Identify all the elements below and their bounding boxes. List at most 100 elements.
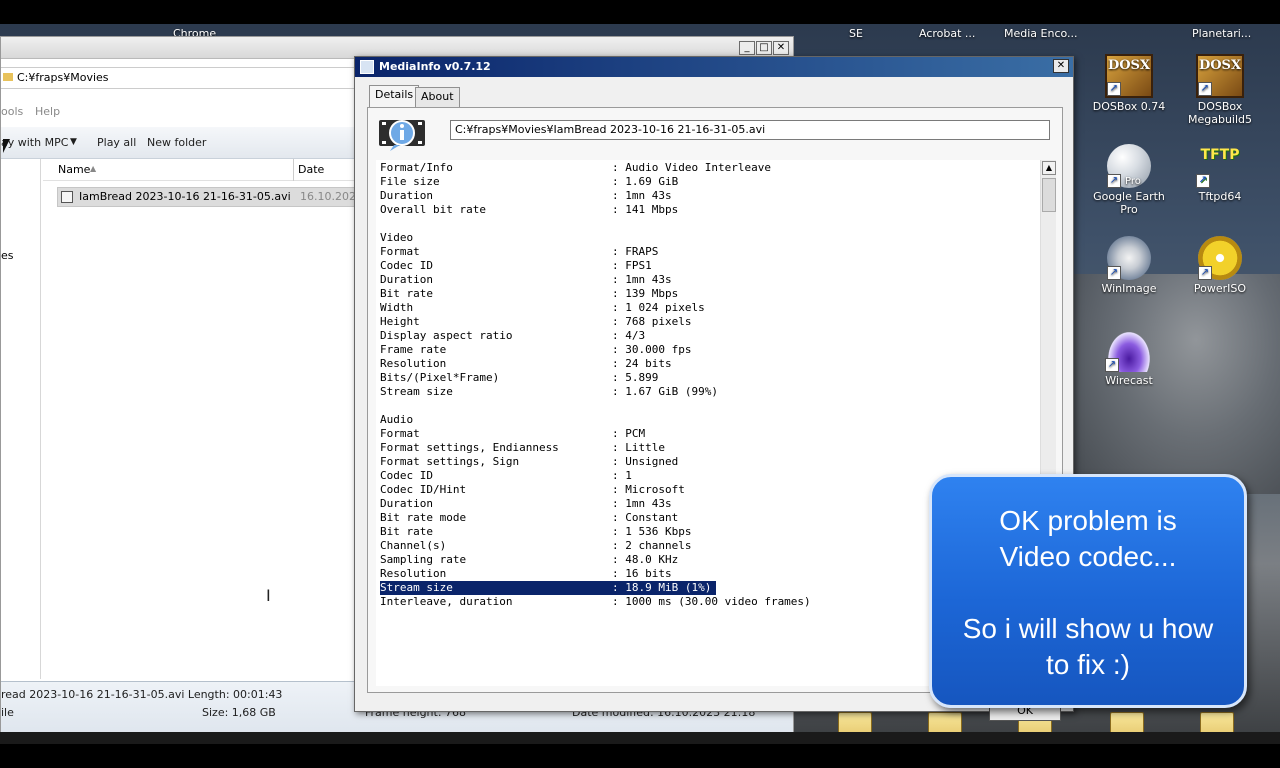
detail-line-selected[interactable]: Stream size: 18.9 MiB (1%) [380, 581, 716, 595]
menu-help[interactable]: Help [35, 105, 60, 118]
mediainfo-titlebar[interactable]: MediaInfo v0.7.12 ✕ [355, 57, 1073, 77]
tftp-icon: TFTP ↗ [1196, 144, 1244, 188]
desktop-icon-dosbox[interactable]: DOSX ↗ DOSBox 0.74 [1089, 54, 1169, 113]
detail-value: : 4/3 [612, 329, 646, 342]
desktop-label-acrobat[interactable]: Acrobat ... [919, 27, 975, 40]
detail-key: Bits/(Pixel*Frame) [380, 371, 500, 384]
detail-value: : Microsoft [612, 483, 685, 496]
detail-key: Codec ID [380, 259, 433, 272]
maximize-icon[interactable]: □ [756, 41, 772, 55]
explorer-toolbar: ay with MPC ▼ Play all New folder [1, 127, 357, 159]
desktop-icon-dosbox-megabuild[interactable]: DOSX ↗ DOSBox Megabuild5 [1180, 54, 1260, 126]
callout-line: OK problem is [999, 505, 1177, 536]
sort-up-icon: ▲ [90, 164, 97, 173]
desktop-icon-wirecast[interactable]: ↗ Wirecast [1089, 328, 1169, 387]
chevron-down-icon[interactable]: ▼ [70, 137, 77, 147]
desktop-icon-label: WinImage [1101, 282, 1157, 295]
detail-key: Format [380, 245, 420, 258]
mouse-pointer-icon [3, 139, 10, 153]
address-text: C:¥fraps¥Movies [17, 71, 109, 84]
detail-value: : FRAPS [612, 245, 659, 258]
detail-value: : 1 536 Kbps [612, 525, 692, 538]
detail-key: Stream size [380, 385, 453, 398]
detail-key: Resolution [380, 357, 447, 370]
column-date[interactable]: Date [298, 163, 324, 176]
media-info-icon [379, 120, 425, 151]
desktop-icon-label: DOSBox Megabuild5 [1187, 100, 1253, 126]
taskbar [0, 732, 1280, 744]
shortcut-arrow-icon: ↗ [1196, 174, 1210, 188]
detail-value: : 1 [612, 469, 632, 482]
scrollbar-thumb[interactable] [1042, 178, 1056, 212]
window-title: MediaInfo v0.7.12 [379, 60, 491, 73]
detail-key: Format settings, Sign [380, 455, 520, 468]
tab-about[interactable]: About [415, 87, 460, 107]
video-file-icon [61, 191, 73, 203]
detail-key: Display aspect ratio [380, 329, 513, 342]
desktop-icon-label: PowerISO [1193, 282, 1247, 295]
desktop-icon-label: Google Earth Pro [1093, 190, 1165, 216]
detail-value: : 24 bits [612, 357, 672, 370]
screen: Chrome SE Acrobat ... Media Enco... Plan… [0, 24, 1280, 744]
shortcut-arrow-icon: ↗ [1107, 266, 1121, 280]
scroll-up-icon[interactable]: ▲ [1042, 161, 1056, 175]
detail-value: : FPS1 [612, 259, 652, 272]
detail-value: : 139 Mbps [612, 287, 679, 300]
column-header: Name ▲ Date [43, 159, 357, 181]
detail-key: Video [380, 231, 414, 244]
detail-value: : Unsigned [612, 455, 679, 468]
detail-key: Channel(s) [380, 539, 447, 552]
shortcut-arrow-icon: ↗ [1198, 266, 1212, 280]
annotation-callout: OK problem is Video codec... So i will sho… [929, 474, 1247, 708]
desktop-icon-tftpd64[interactable]: TFTP ↗ Tftpd64 [1180, 144, 1260, 203]
nav-item[interactable]: es [1, 249, 14, 262]
close-icon[interactable]: ✕ [773, 41, 789, 55]
wirecast-icon: ↗ [1105, 328, 1153, 372]
dosbox-icon: DOSX ↗ [1196, 54, 1244, 98]
detail-key: Overall bit rate [380, 203, 486, 216]
file-row[interactable]: IamBread 2023-10-16 21-16-31-05.avi 16.1… [57, 187, 363, 207]
detail-key: Audio [380, 413, 414, 426]
mediainfo-app-icon [360, 60, 374, 74]
detail-value: : 1 024 pixels [612, 301, 705, 314]
detail-key: Width [380, 301, 414, 314]
desktop-label-planetarium[interactable]: Planetari... [1192, 27, 1251, 40]
detail-value: : PCM [612, 427, 646, 440]
close-icon[interactable]: ✕ [1053, 59, 1069, 73]
detail-value: : 5.899 [612, 371, 659, 384]
detail-key: Frame rate [380, 343, 447, 356]
detail-key: Sampling rate [380, 553, 467, 566]
shortcut-arrow-icon: ↗ [1105, 358, 1119, 372]
explorer-address-bar[interactable]: C:¥fraps¥Movies [1, 67, 357, 89]
desktop-icon-winimage[interactable]: ↗ WinImage [1089, 236, 1169, 295]
column-name[interactable]: Name [58, 163, 90, 176]
new-folder-button[interactable]: New folder [147, 136, 206, 149]
detail-value: : 1mn 43s [612, 189, 672, 202]
desktop-label-media-encoder[interactable]: Media Enco... [1004, 27, 1078, 40]
text-cursor-icon: I [266, 586, 271, 605]
file-path-field[interactable]: C:¥fraps¥Movies¥IamBread 2023-10-16 21-1… [450, 120, 1050, 140]
desktop-label-se[interactable]: SE [849, 27, 863, 40]
desktop-icon-google-earth[interactable]: ↗ Pro Google Earth Pro [1089, 144, 1169, 216]
menu-tools[interactable]: ools [1, 105, 23, 118]
detail-value: : 1mn 43s [612, 273, 672, 286]
play-with-button[interactable]: ay with MPC [1, 136, 68, 149]
winimage-icon: ↗ [1107, 236, 1151, 280]
detail-value: : Little [612, 441, 665, 454]
detail-key: Height [380, 315, 420, 328]
detail-key: Format settings, Endianness [380, 441, 559, 454]
callout-line: So i will show u how [962, 613, 1214, 644]
desktop-icon-poweriso[interactable]: ↗ PowerISO [1180, 236, 1260, 295]
tab-details[interactable]: Details [369, 85, 420, 107]
detail-value: : 2 channels [612, 539, 692, 552]
shortcut-arrow-icon: ↗ [1107, 82, 1121, 96]
desktop-icon-label: DOSBox 0.74 [1092, 100, 1166, 113]
status-file-line: read 2023-10-16 21-16-31-05.avi Length: … [1, 688, 283, 701]
dosbox-icon: DOSX ↗ [1105, 54, 1153, 98]
callout-line: to fix :) [1045, 649, 1130, 680]
minimize-icon[interactable]: _ [739, 41, 755, 55]
play-all-button[interactable]: Play all [97, 136, 136, 149]
detail-value: : Audio Video Interleave [612, 161, 771, 174]
detail-value: : 48.0 KHz [612, 553, 679, 566]
status-type-line: ile [1, 706, 14, 719]
